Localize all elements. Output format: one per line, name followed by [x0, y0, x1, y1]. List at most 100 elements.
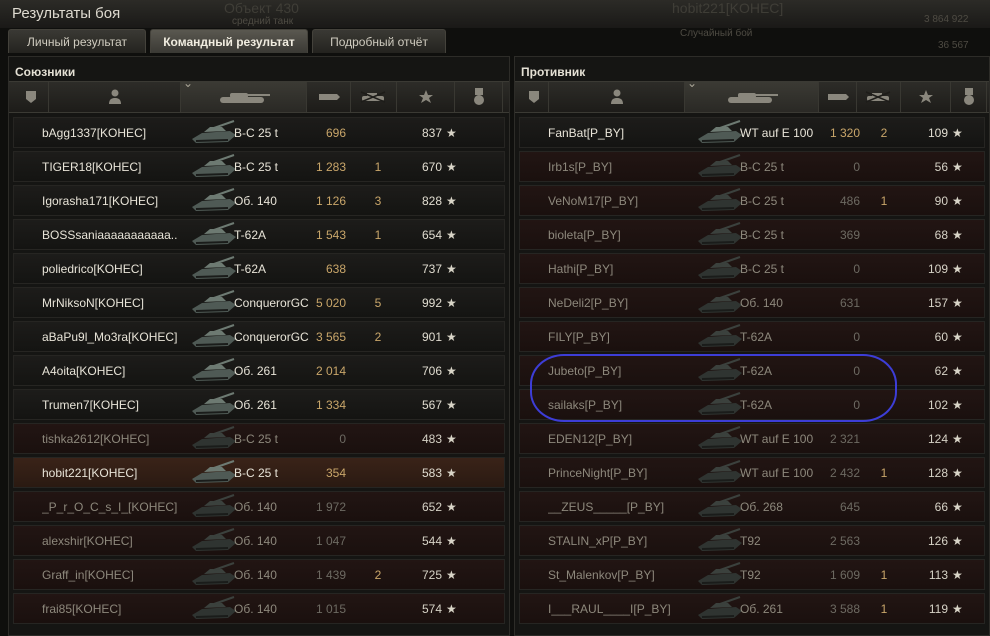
sort-column-squad[interactable]: [13, 82, 49, 112]
sort-column-squad[interactable]: [519, 82, 549, 112]
enemies-player-row[interactable]: St_Malenkov[P_BY] T92 1 609 1 113 ★: [519, 559, 985, 590]
enemies-player-row[interactable]: FanBat[P_BY] WT auf E 100 1 320 2 109 ★: [519, 117, 985, 148]
sort-column-xp[interactable]: [397, 82, 455, 112]
allies-player-row[interactable]: frai85[KOHEC] Об. 140 1 015 574 ★: [13, 593, 505, 624]
sort-column-kills[interactable]: [857, 82, 901, 112]
player-name[interactable]: St_Malenkov[P_BY]: [548, 568, 655, 582]
vehicle-name: ConquerorGC: [234, 296, 309, 310]
enemies-player-row[interactable]: bioleta[P_BY] B-C 25 t 369 68 ★: [519, 219, 985, 250]
sort-column-medal[interactable]: [951, 82, 987, 112]
allies-player-row[interactable]: hobit221[KOHEC] B-C 25 t 354 583 ★: [13, 457, 505, 488]
enemies-player-row[interactable]: FILY[P_BY] T-62A 0 60 ★: [519, 321, 985, 352]
player-name[interactable]: bioleta[P_BY]: [548, 228, 621, 242]
player-name[interactable]: A4oita[KOHEC]: [42, 364, 125, 378]
player-name[interactable]: Igorasha171[KOHEC]: [42, 194, 158, 208]
player-name[interactable]: BOSSsaniaaaaaaaaaaa..: [42, 228, 177, 242]
vehicle-name: Об. 140: [234, 602, 277, 616]
allies-player-row[interactable]: poliedrico[KOHEC] T-62A 638 737 ★: [13, 253, 505, 284]
player-name[interactable]: PrinceNight[P_BY]: [548, 466, 647, 480]
vehicle-name: Об. 140: [234, 194, 277, 208]
allies-player-row[interactable]: A4oita[KOHEC] Об. 261 2 014 706 ★: [13, 355, 505, 386]
player-name[interactable]: __ZEUS_____[P_BY]: [548, 500, 664, 514]
sort-column-kills[interactable]: [351, 82, 397, 112]
xp-value: 567: [421, 398, 442, 412]
allies-player-row[interactable]: MrNiksoN[KOHEC] ConquerorGC 5 020 5 992 ★: [13, 287, 505, 318]
player-name[interactable]: Jubeto[P_BY]: [548, 364, 621, 378]
player-name[interactable]: _P_r_O_C_s_I_[KOHEC]: [42, 500, 177, 514]
enemies-player-row[interactable]: sailaks[P_BY] T-62A 0 102 ★: [519, 389, 985, 420]
enemies-player-row[interactable]: I___RAUL____I[P_BY] Об. 261 3 588 1 119 ★: [519, 593, 985, 624]
sort-column-xp[interactable]: [901, 82, 951, 112]
enemies-player-row[interactable]: Irb1s[P_BY] B-C 25 t 0 56 ★: [519, 151, 985, 182]
enemies-player-row[interactable]: Jubeto[P_BY] T-62A 0 62 ★: [519, 355, 985, 386]
xp-star-icon: ★: [952, 126, 963, 140]
enemies-player-row[interactable]: PrinceNight[P_BY] WT auf E 100 2 432 1 128 ★: [519, 457, 985, 488]
player-name[interactable]: frai85[KOHEC]: [42, 602, 121, 616]
sort-column-vehicle[interactable]: ⌄: [685, 76, 819, 112]
vehicle-image: [188, 188, 238, 214]
player-name[interactable]: I___RAUL____I[P_BY]: [548, 602, 671, 616]
sort-column-player[interactable]: [549, 82, 685, 112]
player-name[interactable]: aBaPu9l_Mo3ra[KOHEC]: [42, 330, 177, 344]
enemies-player-row[interactable]: STALIN_xP[P_BY] T92 2 563 126 ★: [519, 525, 985, 556]
player-name[interactable]: Hathi[P_BY]: [548, 262, 613, 276]
player-name[interactable]: alexshir[KOHEC]: [42, 534, 133, 548]
enemies-title: Противник: [521, 65, 586, 79]
player-name[interactable]: Irb1s[P_BY]: [548, 160, 612, 174]
tab-personal-result[interactable]: Личный результат: [8, 29, 146, 53]
vehicle-image: [188, 392, 238, 418]
allies-player-row[interactable]: alexshir[KOHEC] Об. 140 1 047 544 ★: [13, 525, 505, 556]
xp-value: 62: [934, 364, 948, 378]
sort-column-medal[interactable]: [455, 82, 503, 112]
allies-player-row[interactable]: TIGER18[KOHEC] B-C 25 t 1 283 1 670 ★: [13, 151, 505, 182]
enemies-player-row[interactable]: EDEN12[P_BY] WT auf E 100 2 321 124 ★: [519, 423, 985, 454]
player-name[interactable]: FanBat[P_BY]: [548, 126, 624, 140]
xp-star-icon: ★: [952, 262, 963, 276]
sort-column-damage[interactable]: [819, 82, 857, 112]
allies-player-row[interactable]: bAgg1337[KOHEC] B-C 25 t 696 837 ★: [13, 117, 505, 148]
player-name[interactable]: STALIN_xP[P_BY]: [548, 534, 647, 548]
damage-value: 1 126: [315, 194, 346, 208]
sort-column-player[interactable]: [49, 82, 181, 112]
vehicle-image: [694, 120, 744, 146]
xp-star-icon: ★: [952, 228, 963, 242]
vehicle-name: B-C 25 t: [234, 466, 279, 480]
allies-player-row[interactable]: BOSSsaniaaaaaaaaaaa.. T-62A 1 543 1 654 ★: [13, 219, 505, 250]
allies-player-row[interactable]: _P_r_O_C_s_I_[KOHEC] Об. 140 1 972 652 ★: [13, 491, 505, 522]
vehicle-name: B-C 25 t: [740, 160, 785, 174]
allies-player-row[interactable]: tishka2612[KOHEC] B-C 25 t 0 483 ★: [13, 423, 505, 454]
tab-detailed-report[interactable]: Подробный отчёт: [312, 29, 446, 53]
damage-value: 696: [325, 126, 346, 140]
enemies-player-row[interactable]: __ZEUS_____[P_BY] Об. 268 645 66 ★: [519, 491, 985, 522]
player-name[interactable]: VeNoM17[P_BY]: [548, 194, 638, 208]
player-name[interactable]: FILY[P_BY]: [548, 330, 610, 344]
player-name[interactable]: tishka2612[KOHEC]: [42, 432, 149, 446]
damage-value: 3 588: [829, 602, 860, 616]
player-name[interactable]: sailaks[P_BY]: [548, 398, 622, 412]
player-name[interactable]: TIGER18[KOHEC]: [42, 160, 141, 174]
allies-player-row[interactable]: aBaPu9l_Mo3ra[KOHEC] ConquerorGC 3 565 2 901…: [13, 321, 505, 352]
damage-value: 5 020: [315, 296, 346, 310]
player-name[interactable]: hobit221[KOHEC]: [42, 466, 137, 480]
player-name[interactable]: NeDeli2[P_BY]: [548, 296, 628, 310]
allies-player-row[interactable]: Igorasha171[KOHEC] Об. 140 1 126 3 828 ★: [13, 185, 505, 216]
xp-value: 66: [934, 500, 948, 514]
player-name[interactable]: Graff_in[KOHEC]: [42, 568, 134, 582]
player-name[interactable]: Trumen7[KOHEC]: [42, 398, 139, 412]
player-name[interactable]: bAgg1337[KOHEC]: [42, 126, 146, 140]
enemies-panel: Противник ⌄ FanBat[P_BY] WT auf E 100 1 320…: [514, 56, 990, 636]
tab-team-result[interactable]: Командный результат: [150, 29, 308, 53]
damage-value: 1 543: [315, 228, 346, 242]
enemies-player-row[interactable]: VeNoM17[P_BY] B-C 25 t 486 1 90 ★: [519, 185, 985, 216]
player-name[interactable]: MrNiksoN[KOHEC]: [42, 296, 144, 310]
enemies-player-row[interactable]: Hathi[P_BY] B-C 25 t 0 109 ★: [519, 253, 985, 284]
xp-value: 654: [421, 228, 442, 242]
player-name[interactable]: poliedrico[KOHEC]: [42, 262, 143, 276]
sort-column-vehicle[interactable]: ⌄: [181, 76, 307, 112]
player-name[interactable]: EDEN12[P_BY]: [548, 432, 632, 446]
damage-value: 3 565: [315, 330, 346, 344]
allies-player-row[interactable]: Graff_in[KOHEC] Об. 140 1 439 2 725 ★: [13, 559, 505, 590]
allies-player-row[interactable]: Trumen7[KOHEC] Об. 261 1 334 567 ★: [13, 389, 505, 420]
sort-column-damage[interactable]: [307, 82, 351, 112]
enemies-player-row[interactable]: NeDeli2[P_BY] Об. 140 631 157 ★: [519, 287, 985, 318]
